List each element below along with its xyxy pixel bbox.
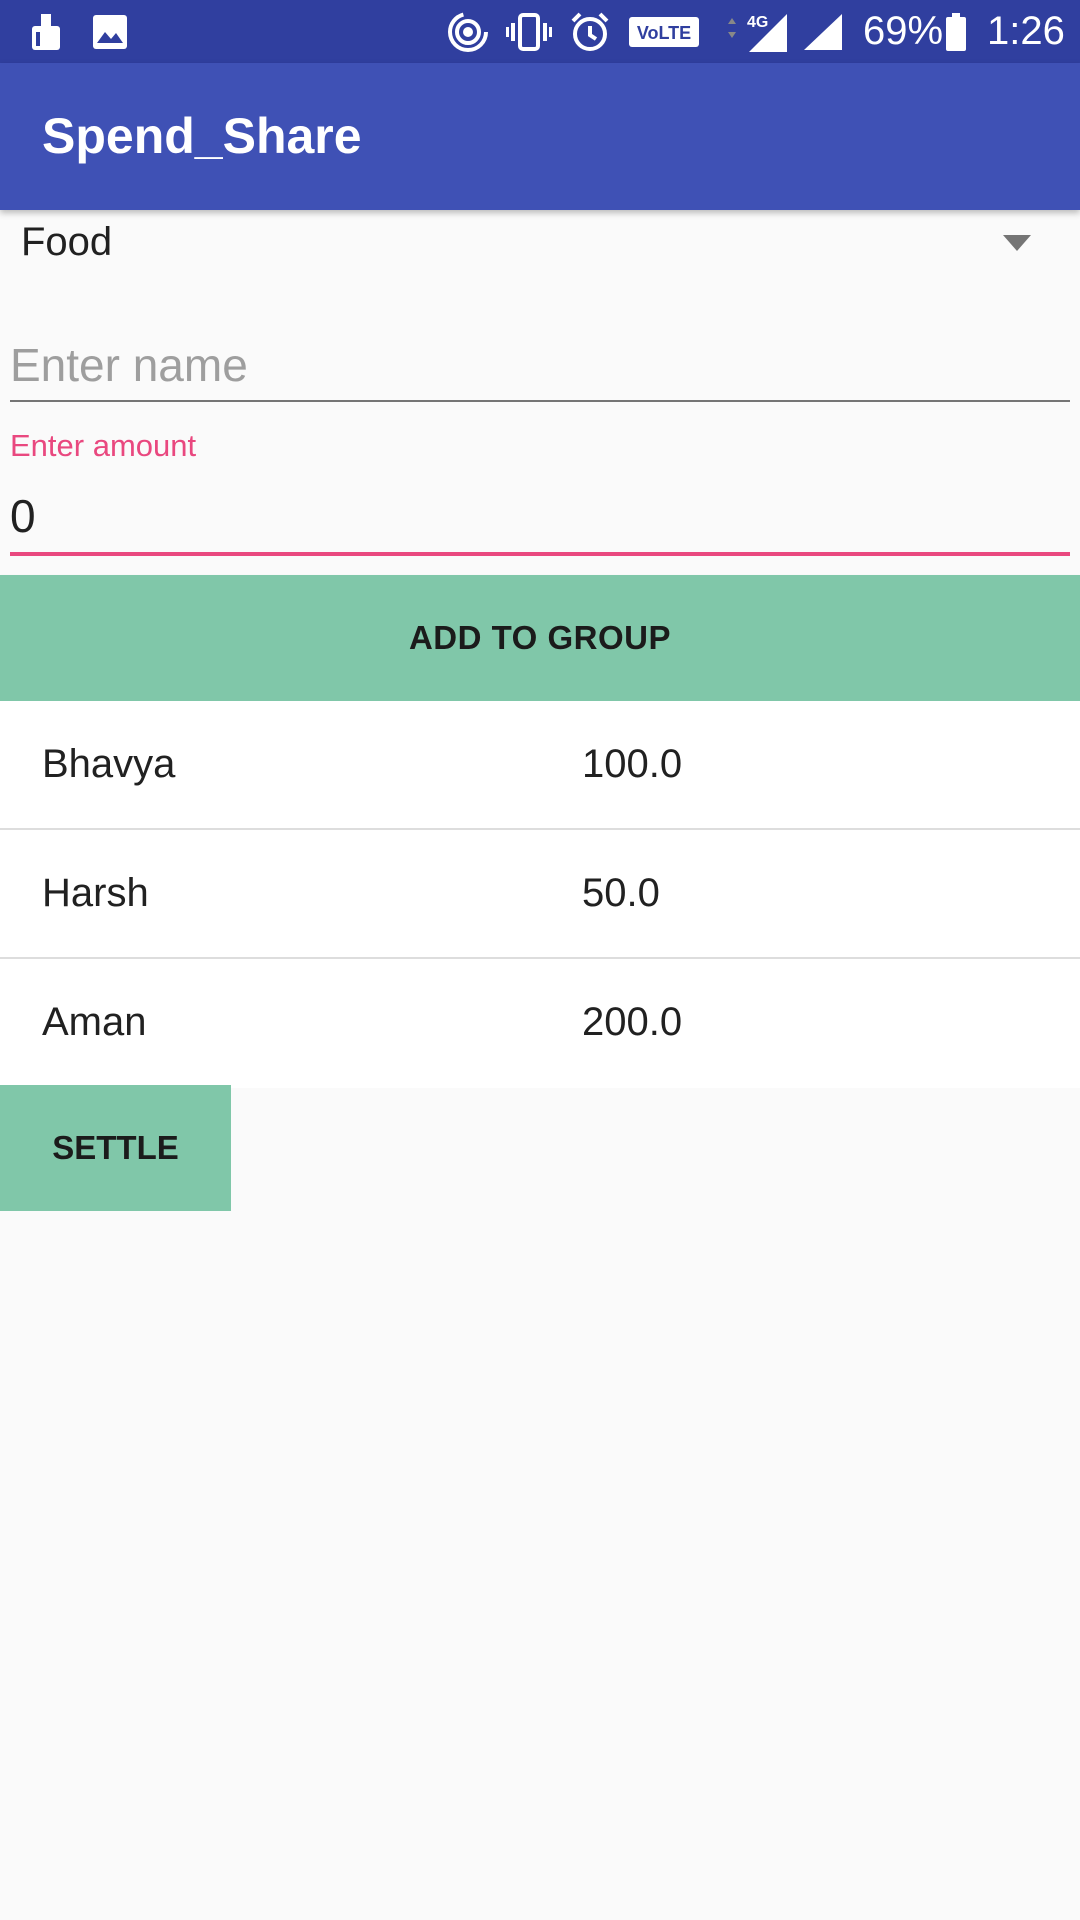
name-input[interactable]	[10, 330, 1070, 402]
member-amount: 50.0	[582, 871, 660, 915]
member-amount: 200.0	[582, 1000, 683, 1044]
app-title: Spend_Share	[42, 108, 362, 164]
member-list: Bhavya 100.0 Harsh 50.0 Aman 200.0	[0, 701, 1080, 1088]
volte-icon: VoLTE	[628, 0, 700, 63]
name-field-container	[10, 330, 1070, 405]
alarm-icon	[568, 0, 612, 63]
signal-4g-icon: 4G	[724, 0, 792, 63]
settle-button[interactable]: SETTLE	[0, 1085, 231, 1211]
hotspot-icon	[446, 0, 490, 63]
battery-icon	[944, 0, 968, 63]
list-item[interactable]: Bhavya 100.0	[0, 701, 1080, 830]
category-selected: Food	[21, 220, 113, 264]
list-item[interactable]: Harsh 50.0	[0, 830, 1080, 959]
member-name: Aman	[42, 1000, 147, 1044]
category-dropdown[interactable]: Food	[0, 210, 1080, 280]
svg-text:VoLTE: VoLTE	[637, 23, 691, 43]
vibrate-icon	[504, 0, 554, 63]
clock: 1:26	[987, 9, 1065, 53]
status-bar: VoLTE 4G 69% 1:26	[0, 0, 1080, 63]
amount-field-container	[10, 480, 1070, 556]
member-name: Harsh	[42, 871, 149, 915]
amount-input[interactable]	[10, 480, 1070, 556]
list-item[interactable]: Aman 200.0	[0, 959, 1080, 1088]
add-to-group-button[interactable]: ADD TO GROUP	[0, 575, 1080, 701]
battery-percent: 69%	[863, 9, 944, 53]
member-amount: 100.0	[582, 742, 683, 786]
image-icon	[90, 0, 130, 63]
chevron-down-icon[interactable]	[1003, 235, 1031, 256]
member-name: Bhavya	[42, 742, 176, 786]
svg-text:4G: 4G	[747, 14, 768, 31]
app-bar: Spend_Share	[0, 63, 1080, 210]
cleaner-icon	[26, 0, 66, 63]
signal-icon	[800, 0, 846, 63]
amount-label: Enter amount	[10, 428, 197, 463]
